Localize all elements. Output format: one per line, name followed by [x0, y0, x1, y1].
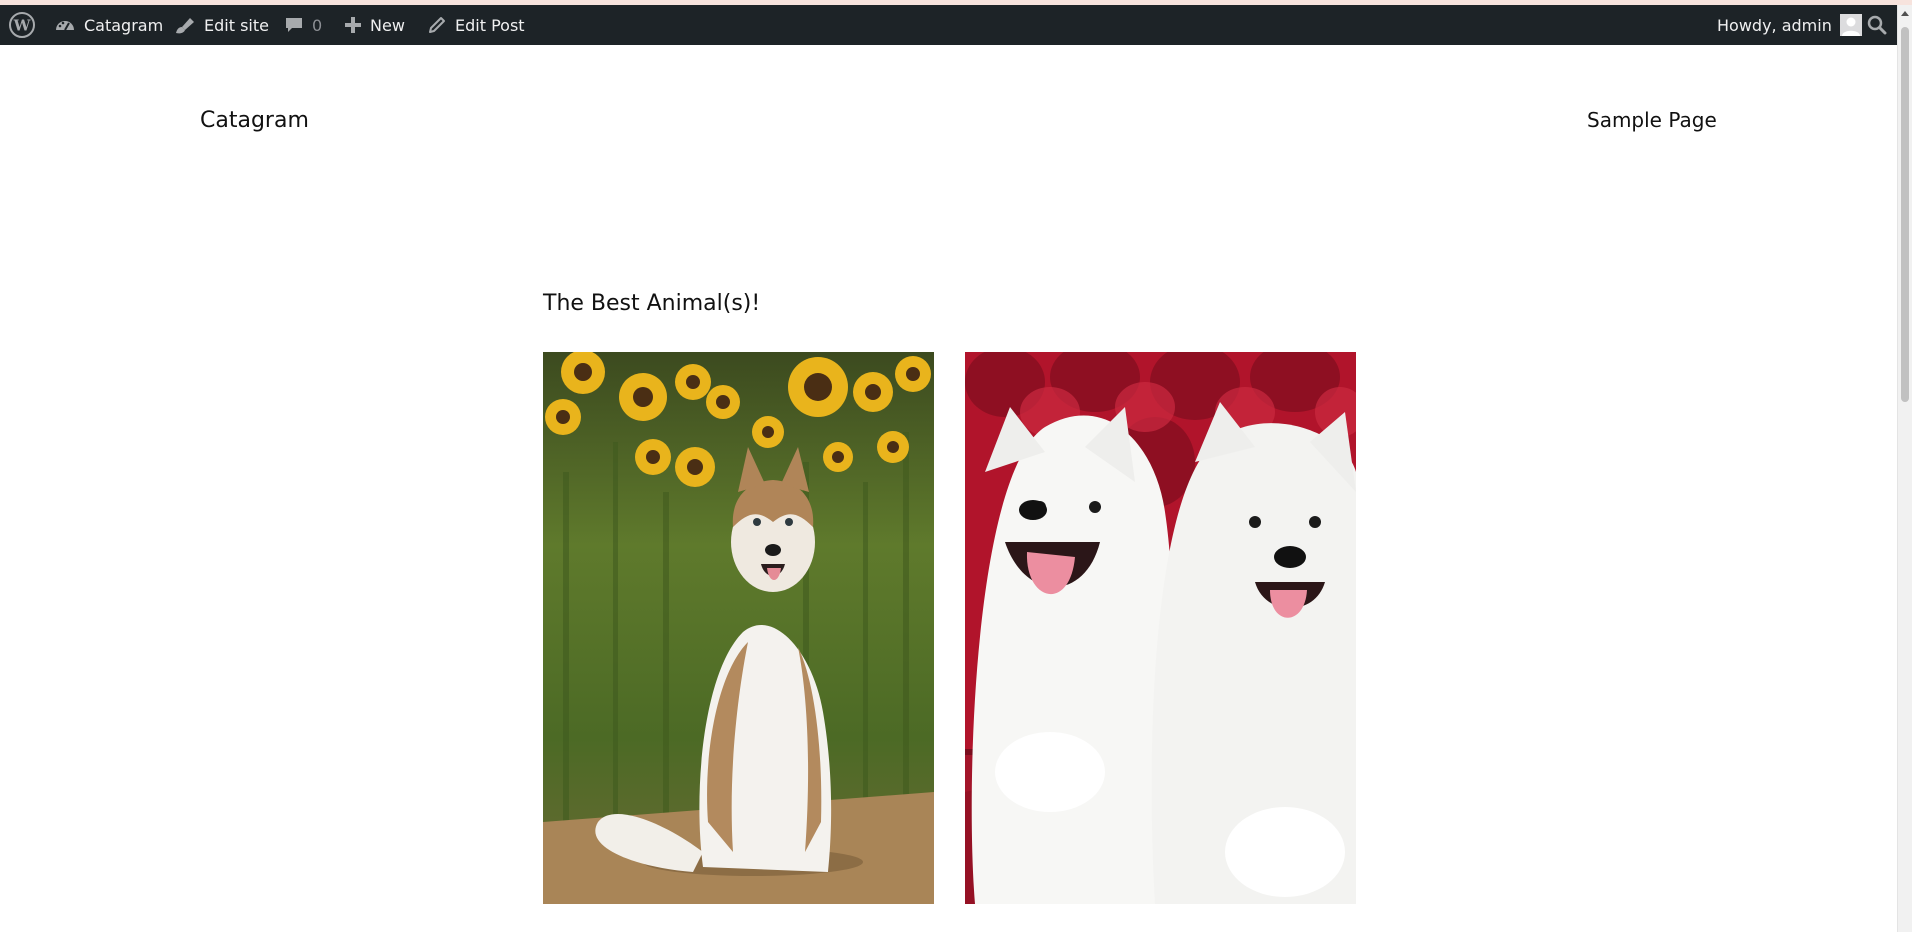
howdy-label: Howdy, admin	[1717, 15, 1832, 35]
site-title[interactable]: Catagram	[200, 108, 309, 133]
wordpress-menu[interactable]: W	[9, 5, 35, 45]
avatar-icon	[1839, 14, 1862, 36]
scroll-up-arrow-icon[interactable]	[1901, 11, 1909, 16]
scrollbar-thumb[interactable]	[1901, 27, 1909, 402]
comments-count: 0	[312, 15, 323, 35]
plus-icon	[344, 16, 362, 34]
my-account-menu[interactable]: Howdy, admin	[1717, 5, 1862, 45]
search-icon	[1867, 15, 1887, 35]
site-name-menu[interactable]: Catagram	[54, 5, 163, 45]
wordpress-logo-icon: W	[9, 12, 35, 38]
new-label: New	[370, 15, 405, 35]
brush-icon	[174, 15, 196, 35]
admin-search[interactable]	[1867, 5, 1887, 45]
pencil-icon	[427, 15, 447, 35]
new-content-menu[interactable]: New	[344, 5, 405, 45]
page-scrollbar[interactable]	[1897, 5, 1912, 932]
comments-link[interactable]: 0	[284, 5, 322, 45]
comment-icon	[284, 15, 304, 35]
edit-site-link[interactable]: Edit site	[174, 5, 269, 45]
nav-item-sample-page[interactable]: Sample Page	[1587, 108, 1717, 132]
edit-post-link[interactable]: Edit Post	[427, 5, 525, 45]
svg-text:W: W	[13, 17, 32, 35]
post-title: The Best Animal(s)!	[543, 291, 761, 316]
admin-bar: W Catagram Edit site 0 New Edit Post How…	[0, 5, 1898, 45]
gallery-image-husky[interactable]	[543, 352, 934, 904]
dashboard-icon	[54, 15, 76, 35]
gallery-image-samoyeds[interactable]	[965, 352, 1356, 904]
edit-site-label: Edit site	[204, 15, 269, 35]
site-name-label: Catagram	[84, 15, 164, 35]
edit-post-label: Edit Post	[455, 15, 525, 35]
